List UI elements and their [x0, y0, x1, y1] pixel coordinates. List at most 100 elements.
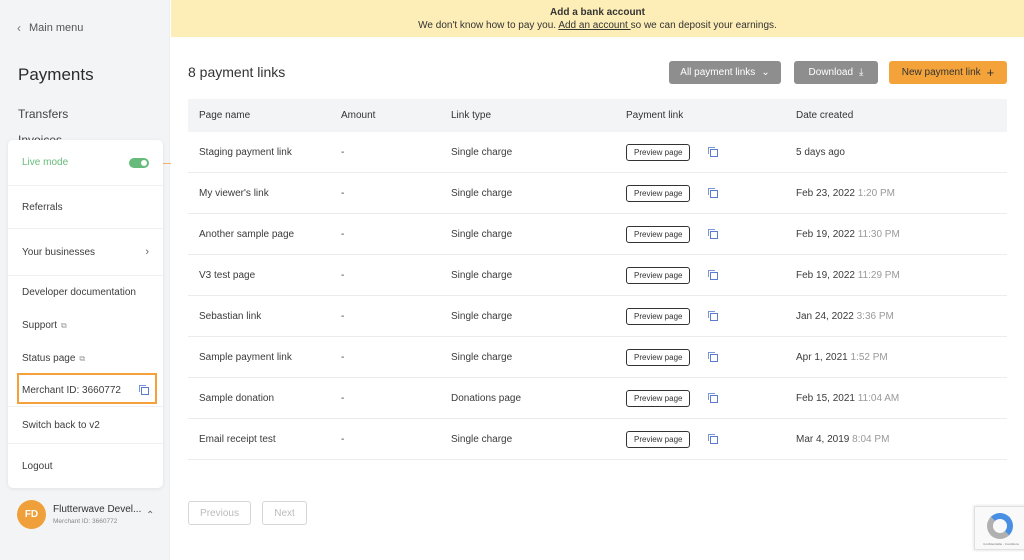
menu-item-status-page[interactable]: Status page ⧉	[8, 342, 163, 375]
user-merchant-id: Merchant ID: 3660772	[53, 518, 118, 525]
preview-page-button[interactable]: Preview page	[626, 184, 691, 202]
main-menu-link[interactable]: ‹ Main menu	[17, 21, 83, 35]
live-mode-label: Live mode	[22, 157, 69, 168]
column-header-page-name[interactable]: Page name	[199, 110, 250, 121]
menu-item-switch-back[interactable]: Switch back to v2	[8, 407, 163, 443]
copy-link-icon[interactable]	[708, 270, 718, 280]
date-created-cell: Jan 24, 2022 3:36 PM	[796, 311, 894, 322]
main-menu-label: Main menu	[29, 22, 84, 34]
copy-link-icon[interactable]	[708, 147, 718, 157]
copy-link-icon[interactable]	[708, 393, 718, 403]
user-name: Flutterwave Devel...	[53, 504, 142, 515]
preview-page-button[interactable]: Preview page	[626, 266, 691, 284]
link-type-cell: Single charge	[451, 433, 513, 445]
new-payment-link-button[interactable]: New payment link +	[889, 61, 1007, 84]
preview-page-button[interactable]: Preview page	[626, 348, 691, 366]
download-icon: ⤓	[859, 67, 864, 78]
preview-page-button[interactable]: Preview page	[626, 307, 691, 325]
user-profile[interactable]: FD Flutterwave Devel... Merchant ID: 366…	[17, 500, 141, 529]
column-header-amount[interactable]: Amount	[341, 110, 375, 121]
table-header: Page name Amount Link type Payment link …	[188, 99, 1007, 132]
page-name-cell: Sample donation	[199, 392, 275, 404]
external-link-icon: ⧉	[61, 320, 67, 330]
live-mode-toggle[interactable]	[129, 157, 149, 168]
chevron-down-icon: ⌄	[761, 67, 770, 78]
preview-page-button[interactable]: Preview page	[626, 225, 691, 243]
table-row[interactable]: Sample payment link - Single charge Prev…	[188, 337, 1007, 378]
copy-link-icon[interactable]	[708, 434, 718, 444]
chevron-up-icon[interactable]: ⌃	[146, 510, 154, 521]
payment-link-cell: Preview page	[626, 266, 691, 284]
time-text: 11:29 PM	[857, 269, 900, 281]
banner-text: so we can deposit your earnings.	[630, 20, 777, 31]
page-name-cell: Staging payment link	[199, 146, 292, 158]
banner-title: Add a bank account	[549, 7, 645, 18]
payment-link-cell: Preview page	[626, 430, 691, 448]
amount-cell: -	[341, 269, 345, 281]
date-created-cell: 5 days ago	[796, 147, 845, 158]
date-text: Feb 23, 2022	[796, 187, 855, 199]
menu-item-referrals[interactable]: Referrals	[8, 186, 163, 228]
page-name-cell: Sebastian link	[199, 310, 262, 322]
menu-item-label: Status page	[22, 353, 76, 364]
sidebar-item-transfers[interactable]: Transfers	[18, 107, 68, 121]
add-account-link[interactable]: Add an account	[558, 20, 630, 31]
date-text: Feb 19, 2022	[796, 269, 855, 281]
time-text: 3:36 PM	[856, 310, 894, 322]
date-text: Apr 1, 2021	[796, 351, 848, 363]
column-header-link-type[interactable]: Link type	[451, 110, 491, 121]
bank-account-banner: Add a bank account We don't know how to …	[171, 0, 1024, 37]
column-header-payment-link[interactable]: Payment link	[626, 110, 683, 121]
table-row[interactable]: Staging payment link - Single charge Pre…	[188, 132, 1007, 173]
menu-item-label: Logout	[22, 460, 53, 472]
menu-item-developer-docs[interactable]: Developer documentation	[8, 276, 163, 309]
recaptcha-footer: Confidentialité - Conditions	[983, 542, 1019, 546]
table-row[interactable]: Sebastian link - Single charge Preview p…	[188, 296, 1007, 337]
payment-link-cell: Preview page	[626, 225, 691, 243]
table-row[interactable]: My viewer's link - Single charge Preview…	[188, 173, 1007, 214]
download-button[interactable]: Download ⤓	[794, 61, 878, 84]
menu-item-label: Developer documentation	[22, 287, 136, 298]
date-created-cell: Feb 19, 2022 11:29 PM	[796, 270, 900, 281]
external-link-icon: ⧉	[79, 353, 86, 363]
preview-page-button[interactable]: Preview page	[626, 430, 691, 448]
recaptcha-badge[interactable]: Confidentialité - Conditions	[974, 506, 1024, 550]
next-page-button[interactable]: Next	[262, 501, 307, 525]
link-type-cell: Single charge	[451, 310, 513, 322]
popup-connector	[163, 163, 171, 164]
payment-link-cell: Preview page	[626, 348, 691, 366]
avatar: FD	[17, 500, 46, 529]
time-text: 1:20 PM	[857, 187, 895, 199]
payment-link-cell: Preview page	[626, 184, 691, 202]
date-text: Mar 4, 2019	[796, 433, 850, 445]
chevron-right-icon: ›	[145, 246, 149, 258]
preview-page-button[interactable]: Preview page	[626, 389, 691, 407]
filter-dropdown[interactable]: All payment links ⌄	[669, 61, 781, 84]
copy-link-icon[interactable]	[708, 188, 718, 198]
date-text: Feb 15, 2021	[796, 392, 855, 404]
table-row[interactable]: V3 test page - Single charge Preview pag…	[188, 255, 1007, 296]
copy-link-icon[interactable]	[708, 311, 718, 321]
copy-icon[interactable]	[139, 385, 149, 395]
payment-link-cell: Preview page	[626, 143, 691, 161]
recaptcha-icon	[987, 513, 1013, 539]
menu-item-your-businesses[interactable]: Your businesses ›	[8, 229, 163, 275]
page-name-cell: My viewer's link	[199, 187, 269, 199]
menu-item-support[interactable]: Support ⧉	[8, 309, 163, 342]
preview-page-button[interactable]: Preview page	[626, 143, 691, 161]
filter-label: All payment links	[680, 67, 756, 78]
page-title: 8 payment links	[188, 64, 286, 80]
menu-item-logout[interactable]: Logout	[8, 444, 163, 488]
table-row[interactable]: Sample donation - Donations page Preview…	[188, 378, 1007, 419]
banner-message: We don't know how to pay you. Add an acc…	[171, 19, 1024, 32]
previous-page-button[interactable]: Previous	[188, 501, 251, 525]
copy-link-icon[interactable]	[708, 229, 718, 239]
date-text: 5 days ago	[796, 146, 845, 158]
amount-cell: -	[341, 392, 345, 404]
column-header-date-created[interactable]: Date created	[796, 110, 853, 121]
page-name-cell: Email receipt test	[199, 433, 276, 445]
live-mode-toggle-row[interactable]: Live mode	[8, 140, 163, 185]
table-row[interactable]: Email receipt test - Single charge Previ…	[188, 419, 1007, 460]
table-row[interactable]: Another sample page - Single charge Prev…	[188, 214, 1007, 255]
copy-link-icon[interactable]	[708, 352, 718, 362]
